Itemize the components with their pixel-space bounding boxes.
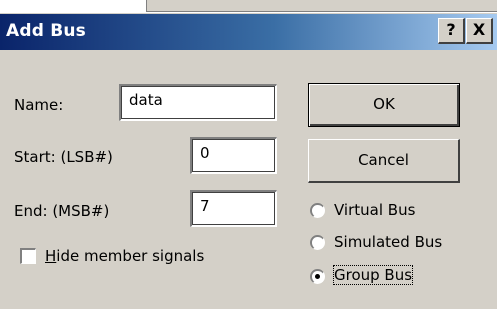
help-button[interactable]: ? — [438, 18, 465, 44]
end-label: End: (MSB#) — [14, 202, 110, 220]
close-button[interactable]: X — [466, 18, 493, 44]
ok-button[interactable]: OK — [308, 83, 460, 127]
end-input-value: 7 — [200, 197, 210, 215]
cancel-button-label: Cancel — [358, 151, 409, 169]
name-label: Name: — [14, 96, 64, 114]
background-window-edge — [146, 0, 497, 12]
screenshot-page: Add Bus ? X Name: data Start: (LSB#) 0 E… — [0, 0, 497, 309]
ok-button-label: OK — [373, 95, 395, 113]
add-bus-dialog: Add Bus ? X Name: data Start: (LSB#) 0 E… — [0, 13, 497, 309]
close-icon: X — [472, 20, 486, 39]
hide-member-signals-label[interactable]: Hide member signals — [45, 247, 204, 265]
virtual-bus-radio[interactable] — [310, 203, 325, 218]
group-bus-radio[interactable] — [310, 269, 325, 284]
virtual-bus-label[interactable]: Virtual Bus — [334, 201, 415, 219]
hide-accelerator: H — [45, 247, 57, 265]
hide-label-rest: ide member signals — [56, 247, 205, 265]
start-input[interactable]: 0 — [190, 137, 277, 174]
hide-member-signals-checkbox[interactable] — [20, 248, 36, 264]
help-icon: ? — [446, 20, 456, 39]
dialog-title: Add Bus — [6, 21, 86, 41]
cancel-button[interactable]: Cancel — [308, 139, 460, 183]
name-input-value: data — [129, 91, 163, 109]
radio-selected-dot — [315, 274, 320, 279]
simulated-bus-label[interactable]: Simulated Bus — [334, 233, 442, 251]
group-bus-label[interactable]: Group Bus — [332, 265, 414, 285]
start-input-value: 0 — [200, 144, 210, 162]
end-input[interactable]: 7 — [190, 190, 277, 227]
title-bar[interactable]: Add Bus ? X — [0, 14, 497, 50]
simulated-bus-radio[interactable] — [310, 235, 325, 250]
name-input[interactable]: data — [119, 84, 277, 121]
start-label: Start: (LSB#) — [14, 148, 113, 166]
